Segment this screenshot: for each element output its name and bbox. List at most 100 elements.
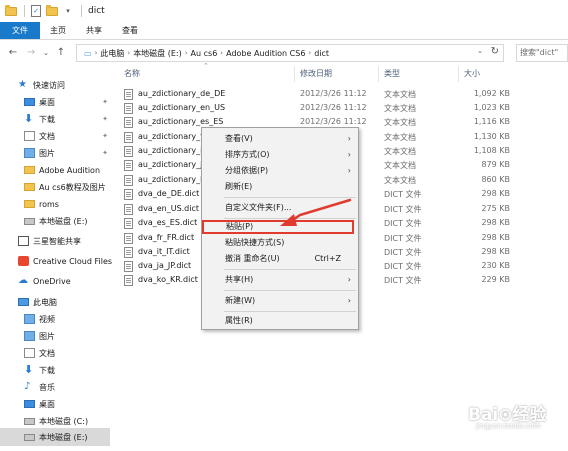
menu-item-refresh[interactable]: 刷新(E): [203, 180, 357, 194]
nav-item-this-pc[interactable]: 此电脑: [0, 293, 114, 311]
breadcrumb-dict[interactable]: dict: [314, 49, 329, 58]
tab-home[interactable]: 主页: [40, 22, 76, 39]
nav-item-pictures[interactable]: 图片 ✦: [0, 144, 114, 162]
breadcrumb-drive-e[interactable]: 本地磁盘 (E:): [133, 48, 182, 59]
nav-item-music[interactable]: ♪ 音乐: [0, 378, 114, 396]
nav-item-onedrive[interactable]: ☁ OneDrive: [0, 272, 114, 290]
nav-item-samsung-share[interactable]: 三星智能共享: [0, 232, 114, 250]
menu-item-undo-rename[interactable]: 撤消 重命名(U) Ctrl+Z: [203, 252, 357, 266]
menu-item-group-by[interactable]: 分组依据(P) ›: [203, 164, 357, 178]
nav-label: 文档: [39, 131, 55, 141]
tab-share[interactable]: 共享: [76, 22, 112, 39]
nav-item-videos[interactable]: 视频: [0, 310, 114, 328]
nav-item-documents[interactable]: 文档 ✦: [0, 127, 114, 145]
menu-label: 属性(R): [225, 316, 253, 325]
chevron-right-icon: ›: [347, 134, 351, 143]
nav-label: 本地磁盘 (E:): [39, 216, 88, 226]
menu-item-properties[interactable]: 属性(R): [203, 314, 357, 328]
nav-label: 下载: [39, 114, 55, 124]
nav-item-pc-desktop[interactable]: 桌面: [0, 395, 114, 413]
file-type: 文本文档: [384, 90, 416, 99]
breadcrumb-separator[interactable]: ›: [220, 49, 223, 57]
menu-item-paste[interactable]: 粘贴(P): [202, 220, 354, 234]
nav-item-pc-pictures[interactable]: 图片: [0, 327, 114, 345]
column-header-date[interactable]: 修改日期: [300, 68, 332, 82]
nav-item-creative-cloud[interactable]: Creative Cloud Files: [0, 252, 114, 270]
column-header-name[interactable]: 名称: [124, 68, 140, 82]
menu-label: 粘贴(P): [226, 222, 254, 231]
drive-icon: [24, 417, 35, 425]
document-icon: [24, 348, 35, 358]
column-divider[interactable]: [294, 66, 295, 82]
new-folder-icon[interactable]: [45, 4, 59, 18]
refresh-icon[interactable]: ↻: [491, 46, 499, 57]
breadcrumb-au-cs6[interactable]: Au cs6: [191, 49, 218, 58]
menu-item-paste-shortcut[interactable]: 粘贴快捷方式(S): [203, 236, 357, 250]
breadcrumb-adobe-audition[interactable]: Adobe Audition CS6: [226, 49, 305, 58]
nav-label: 快速访问: [33, 80, 65, 90]
nav-label: OneDrive: [33, 276, 71, 286]
breadcrumb-separator[interactable]: ›: [95, 49, 98, 57]
breadcrumb-separator[interactable]: ›: [185, 49, 188, 57]
file-name: dva_en_US.dict: [138, 204, 200, 213]
nav-item-au-cs6-tutorials[interactable]: Au cs6教程及图片: [0, 178, 114, 196]
file-size: 298 KB: [481, 233, 510, 242]
search-input[interactable]: 搜索"dict": [516, 44, 568, 62]
address-bar[interactable]: ▭ › 此电脑 › 本地磁盘 (E:) › Au cs6 › Adobe Aud…: [76, 44, 504, 62]
nav-item-quick-access[interactable]: ★ 快速访问: [0, 76, 114, 94]
file-name: au_zdictionary_ja: [138, 160, 208, 169]
menu-label: 查看(V): [225, 134, 253, 143]
nav-item-drive-e-quick[interactable]: 本地磁盘 (E:): [0, 212, 114, 230]
column-divider[interactable]: [458, 66, 459, 82]
dict-file-icon: [124, 218, 133, 229]
nav-item-drive-e[interactable]: 本地磁盘 (E:): [0, 428, 110, 446]
breadcrumb-separator[interactable]: ›: [127, 49, 130, 57]
drive-icon: [24, 217, 35, 225]
file-type: DICT 文件: [384, 262, 422, 271]
file-name: au_zdictionary_de_DE: [138, 89, 226, 98]
chevron-down-icon[interactable]: ⌄: [477, 47, 483, 55]
customize-toolbar-icon[interactable]: ▾: [61, 4, 75, 18]
up-button[interactable]: ↑: [54, 46, 68, 60]
nav-item-downloads[interactable]: ⬇ 下载 ✦: [0, 110, 114, 128]
menu-item-sort-by[interactable]: 排序方式(O) ›: [203, 148, 357, 162]
dict-file-icon: [124, 233, 133, 244]
file-row[interactable]: au_zdictionary_de_DE 2012/3/26 11:12 文本文档 1…: [120, 88, 520, 102]
column-divider[interactable]: [378, 66, 379, 82]
text-file-icon: [124, 89, 133, 100]
nav-item-pc-documents[interactable]: 文档: [0, 344, 114, 362]
menu-separator: [224, 197, 356, 198]
nav-label: 桌面: [39, 399, 55, 409]
folder-icon: [24, 183, 35, 191]
menu-separator: [224, 290, 356, 291]
folder-icon: [24, 200, 35, 208]
tab-view[interactable]: 查看: [112, 22, 148, 39]
file-size: 275 KB: [481, 204, 510, 213]
file-size: 1,092 KB: [473, 89, 510, 98]
watermark-url: jingyan.baidu.com: [476, 422, 541, 430]
menu-item-share[interactable]: 共享(H) ›: [203, 273, 357, 287]
nav-item-desktop[interactable]: 桌面 ✦: [0, 93, 114, 111]
nav-item-roms[interactable]: roms: [0, 195, 114, 213]
menu-item-customize-folder[interactable]: 自定义文件夹(F)...: [203, 201, 357, 215]
column-header-size[interactable]: 大小: [464, 68, 480, 82]
file-name: dva_fr_FR.dict: [138, 233, 195, 242]
file-row[interactable]: au_zdictionary_en_US 2012/3/26 11:12 文本文档 1…: [120, 102, 520, 116]
menu-item-view[interactable]: 查看(V) ›: [203, 132, 357, 146]
back-button[interactable]: ←: [6, 46, 20, 60]
text-file-icon: [124, 103, 133, 114]
file-type: DICT 文件: [384, 234, 422, 243]
pin-icon: ✦: [102, 115, 108, 123]
nav-item-adobe-audition[interactable]: Adobe Audition: [0, 161, 114, 179]
tab-file[interactable]: 文件: [0, 22, 40, 39]
column-header-type[interactable]: 类型: [384, 68, 400, 82]
breadcrumb-this-pc[interactable]: 此电脑: [100, 48, 124, 59]
recent-locations-button[interactable]: ⌄: [42, 46, 50, 60]
menu-item-new[interactable]: 新建(W) ›: [203, 294, 357, 308]
forward-button[interactable]: →: [24, 46, 38, 60]
properties-icon[interactable]: ✓: [29, 4, 43, 18]
file-size: 298 KB: [481, 218, 510, 227]
nav-item-pc-downloads[interactable]: ⬇ 下载: [0, 361, 114, 379]
breadcrumb-separator[interactable]: ›: [308, 49, 311, 57]
file-type: DICT 文件: [384, 276, 422, 285]
